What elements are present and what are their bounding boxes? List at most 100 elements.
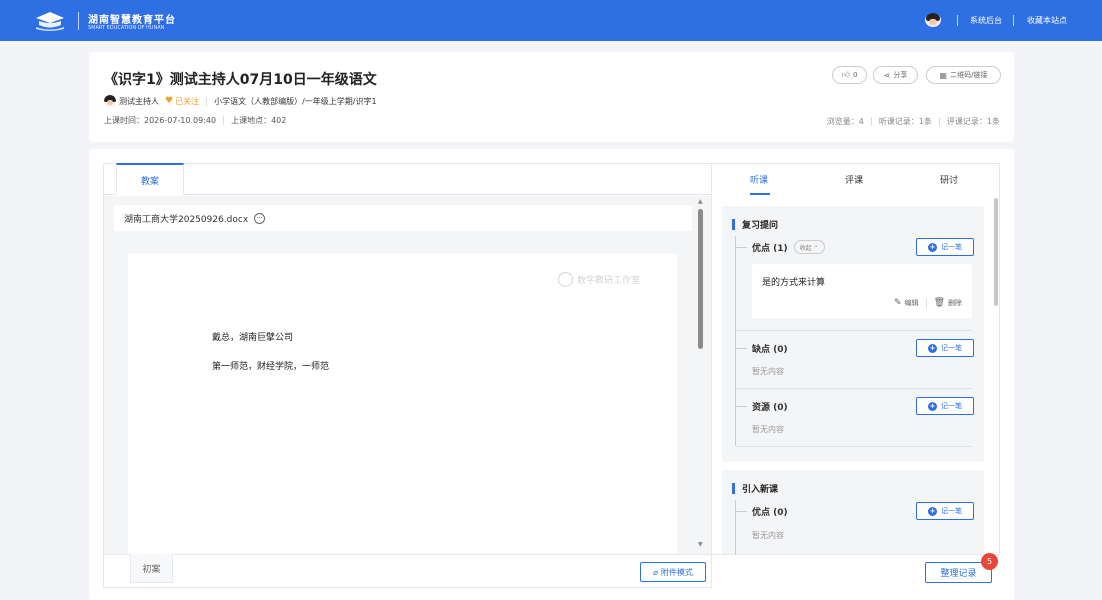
lesson-plan-tab-bar: 教案	[104, 163, 711, 195]
top-bar: 湖南智慧教育平台 SMART EDUCATION OF HUNAN 系统后台 收…	[0, 0, 1102, 41]
section-marker	[732, 219, 735, 230]
tab-lesson-plan[interactable]: 教案	[116, 163, 184, 195]
more-options-icon[interactable]: ···	[254, 212, 266, 224]
records-count-badge: 5	[981, 553, 998, 570]
add-note-button[interactable]: + 记一笔	[916, 502, 974, 520]
heart-icon[interactable]: ♥	[165, 96, 173, 106]
stats-row: 浏览量：4 听课记录：1条 评课记录：1条	[827, 116, 1000, 127]
section-title: 引入新课	[732, 482, 778, 495]
host-name: 测试主持人	[119, 96, 159, 106]
watermark-logo-icon	[558, 272, 573, 287]
scroll-up-icon[interactable]: ▲	[698, 198, 703, 205]
lesson-time-row: 上课时间：2026-07-10 09:40 上课地点：402	[104, 115, 286, 126]
review-records-count: 评课记录：1条	[946, 117, 1000, 126]
attachment-mode-button[interactable]: ⌀ 附件模式	[640, 562, 706, 582]
scroll-down-icon[interactable]: ▼	[698, 541, 703, 548]
site-name-en: SMART EDUCATION OF HUNAN	[88, 25, 165, 31]
item-divider	[736, 388, 972, 389]
collapse-toggle[interactable]: 收起 ⌃	[793, 240, 825, 254]
top-divider	[957, 15, 958, 26]
tree-branch	[735, 347, 747, 349]
stats-divider	[938, 117, 940, 126]
empty-state-text: 暂无内容	[752, 425, 784, 434]
document-scrollbar[interactable]: ▲ ▼	[695, 196, 709, 554]
add-note-button[interactable]: + 记一笔	[916, 238, 974, 256]
qr-label: 二维码/链接	[950, 71, 988, 79]
file-name-bar: 湖南工商大学20250926.docx ···	[114, 205, 692, 231]
plus-icon: +	[928, 343, 937, 353]
plus-icon: +	[928, 506, 937, 516]
admin-link[interactable]: 系统后台	[970, 15, 1002, 26]
record-list[interactable]: 复习提问 优点 (1) 收起 ⌃ + 记一笔 是的方式来计算 ✎ 编辑 🗑︎ 删…	[722, 206, 984, 554]
document-viewer[interactable]: 湖南工商大学20250926.docx ··· 数字教研工作室 戴总，湖南巨擘公…	[104, 196, 711, 554]
section-review-questions: 复习提问 优点 (1) 收起 ⌃ + 记一笔 是的方式来计算 ✎ 编辑 🗑︎ 删…	[722, 206, 984, 462]
tab-discussion[interactable]: 研讨	[940, 173, 958, 186]
lesson-header-card: 《识字1》测试主持人07月10日一年级语文 测试主持人 ♥ 已关注 小学语文（人…	[89, 52, 1014, 142]
empty-state-text: 暂无内容	[752, 531, 784, 540]
section-marker	[732, 483, 735, 494]
stats-divider	[870, 117, 872, 126]
records-bottom-bar: 整理记录 5	[712, 553, 1000, 589]
page-title: 《识字1》测试主持人07月10日一年级语文	[104, 72, 377, 88]
plus-icon: +	[928, 242, 937, 252]
trash-icon[interactable]: 🗑︎	[934, 298, 945, 308]
document-line: 第一师范，财经学院，一师范	[212, 362, 330, 372]
lesson-time: 上课时间：2026-07-10 09:40	[104, 116, 217, 125]
user-avatar[interactable]	[925, 13, 941, 27]
document-line: 戴总，湖南巨擘公司	[212, 333, 294, 343]
records-scrollbar-thumb[interactable]	[994, 198, 998, 306]
lesson-place: 上课地点：402	[231, 116, 287, 125]
action-divider	[925, 298, 927, 308]
document-page: 数字教研工作室 戴总，湖南巨擘公司 第一师范，财经学院，一师范	[128, 254, 677, 554]
share-button[interactable]: ⋖ 分享	[873, 66, 918, 84]
edit-button[interactable]: 编辑	[905, 298, 919, 308]
add-note-button[interactable]: + 记一笔	[916, 339, 974, 357]
active-tab-indicator	[750, 193, 770, 195]
thumbs-up-icon: 👍︎	[841, 70, 850, 79]
section-title: 复习提问	[732, 218, 778, 231]
tree-branch	[735, 405, 747, 407]
course-path: 小学语文（人教部编版）/一年级上学期/识字1	[214, 96, 377, 106]
share-label: 分享	[893, 71, 908, 79]
main-content-card: 教案 湖南工商大学20250926.docx ··· 数字教研工作室 戴总，湖南…	[89, 149, 1014, 600]
lesson-plan-panel: 教案 湖南工商大学20250926.docx ··· 数字教研工作室 戴总，湖南…	[103, 163, 712, 588]
host-avatar	[104, 95, 116, 107]
follow-status[interactable]: 已关注	[175, 96, 199, 107]
file-name: 湖南工商大学20250926.docx	[124, 214, 249, 225]
logo-divider	[78, 12, 79, 30]
like-count: 0	[852, 71, 858, 79]
meta-divider	[223, 116, 225, 125]
document-bottom-bar: 初案 ⌀ 附件模式	[104, 554, 711, 587]
add-note-button[interactable]: + 记一笔	[916, 397, 974, 415]
tree-branch	[735, 246, 747, 248]
note-card: 是的方式来计算 ✎ 编辑 🗑︎ 删除	[752, 264, 972, 318]
watermark-text: 数字教研工作室	[577, 276, 641, 286]
bookmark-link[interactable]: 收藏本站点	[1027, 15, 1067, 26]
lesson-meta-row: 测试主持人 ♥ 已关注 小学语文（人教部编版）/一年级上学期/识字1	[104, 95, 377, 107]
top-divider	[1013, 15, 1014, 26]
note-text: 是的方式来计算	[762, 278, 826, 288]
qr-link-button[interactable]: ▦ 二维码/链接	[926, 66, 1001, 84]
site-name[interactable]: 湖南智慧教育平台	[88, 11, 176, 26]
views-count: 浏览量：4	[826, 117, 864, 126]
item-divider	[736, 330, 972, 331]
listen-records-count: 听课记录：1条	[878, 117, 932, 126]
attachment-mode-label: 附件模式	[660, 567, 693, 577]
tab-initial-draft[interactable]: 初案	[130, 554, 173, 583]
meta-divider	[206, 96, 208, 106]
empty-state-text: 暂无内容	[752, 367, 784, 376]
tab-review[interactable]: 评课	[845, 173, 863, 186]
delete-button[interactable]: 删除	[948, 298, 962, 308]
scrollbar-thumb[interactable]	[698, 209, 703, 349]
tab-listen[interactable]: 听课	[750, 173, 768, 186]
item-divider	[736, 446, 972, 447]
qr-code-icon: ▦	[939, 70, 948, 80]
like-button[interactable]: 👍︎ 0	[832, 66, 867, 84]
share-icon: ⋖	[883, 70, 891, 80]
edit-icon[interactable]: ✎	[894, 298, 902, 308]
tree-branch	[735, 510, 747, 512]
platform-logo-icon[interactable]	[34, 11, 66, 31]
plus-icon: +	[928, 401, 937, 411]
section-new-lesson: 引入新课 优点 (0) + 记一笔 暂无内容	[722, 470, 984, 554]
records-panel: 听课 评课 研讨 复习提问 优点 (1) 收起 ⌃ + 记一笔 是的方式来计算 …	[712, 163, 1000, 589]
